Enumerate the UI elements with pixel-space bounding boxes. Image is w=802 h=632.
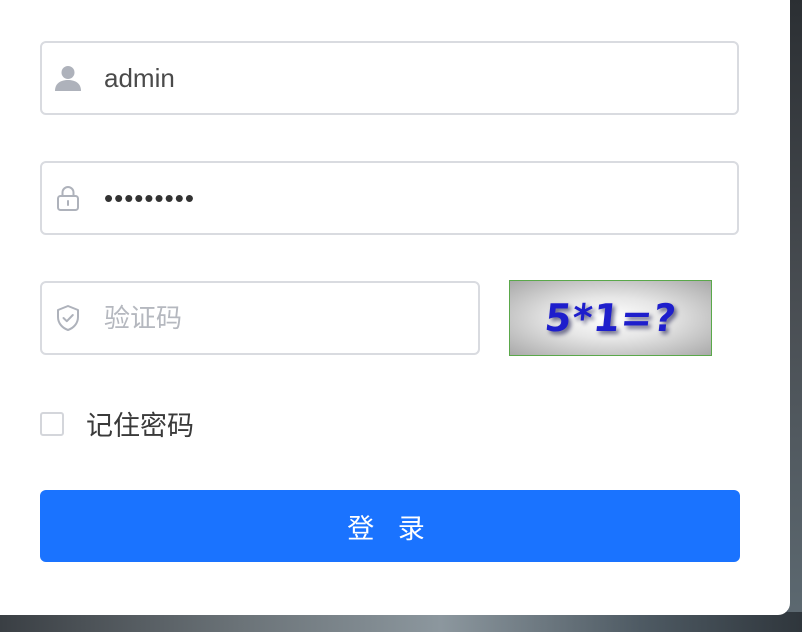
login-panel: 5*1=? 记住密码 登 录 xyxy=(0,0,790,615)
background-edge-right xyxy=(788,0,802,632)
background-edge-bottom xyxy=(0,612,802,632)
lock-icon xyxy=(54,184,82,212)
user-icon xyxy=(54,64,82,92)
username-field[interactable] xyxy=(40,41,739,115)
login-button[interactable]: 登 录 xyxy=(40,490,740,562)
remember-label: 记住密码 xyxy=(86,411,194,441)
captcha-field[interactable] xyxy=(40,281,480,355)
captcha-text: 5*1=? xyxy=(542,296,679,340)
remember-checkbox[interactable] xyxy=(40,411,64,436)
shield-icon xyxy=(54,304,82,332)
password-field[interactable] xyxy=(40,161,739,235)
password-input[interactable] xyxy=(104,182,664,214)
username-input[interactable] xyxy=(104,62,664,94)
captcha-image[interactable]: 5*1=? xyxy=(509,280,712,356)
remember-password[interactable]: 记住密码 xyxy=(40,404,194,443)
captcha-input[interactable] xyxy=(104,302,424,334)
